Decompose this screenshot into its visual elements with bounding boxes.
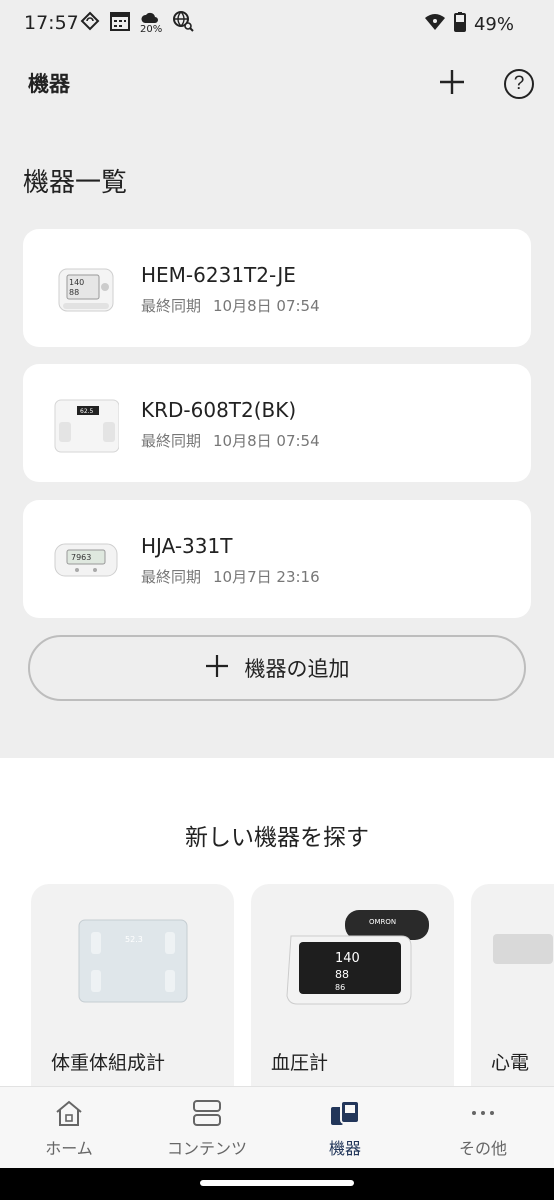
device-list-title: 機器一覧 xyxy=(23,168,128,198)
globe-search-icon xyxy=(172,10,194,36)
sync-time: 10月7日 23:16 xyxy=(213,568,320,586)
battery-icon xyxy=(453,12,466,37)
page-title: 機器 xyxy=(28,72,70,96)
status-time: 17:57 xyxy=(24,12,79,34)
nav-contents[interactable]: コンテンツ xyxy=(138,1087,276,1169)
pedometer-image: 7963 xyxy=(53,528,119,590)
blood-pressure-monitor-image: OMRON 140 88 86 xyxy=(286,910,429,1005)
status-bar: 17:57 20% 49% xyxy=(0,0,554,48)
device-sync-info: 最終同期 10月8日 07:54 xyxy=(141,295,320,316)
body-composition-scale-image: 52.3 xyxy=(78,919,188,1003)
devices-screen: 17:57 20% 49% 機器 ? 機器一覧 140 88 HEM-6231T… xyxy=(0,0,554,1200)
device-name: KRD-608T2(BK) xyxy=(141,398,297,422)
device-card[interactable]: 7963 HJA-331T 最終同期 10月7日 23:16 xyxy=(23,500,531,618)
svg-text:88: 88 xyxy=(335,968,349,981)
nav-label: コンテンツ xyxy=(166,1139,247,1158)
category-card-body-scale[interactable]: 52.3 体重体組成計 xyxy=(31,884,234,1114)
device-sync-info: 最終同期 10月7日 23:16 xyxy=(141,566,320,587)
svg-text:7963: 7963 xyxy=(71,553,91,562)
sync-label: 最終同期 xyxy=(141,297,202,315)
category-label: 血圧計 xyxy=(271,1052,329,1074)
bottom-navigation: ホーム コンテンツ 機器 その他 xyxy=(0,1086,554,1168)
sync-time: 10月8日 07:54 xyxy=(213,297,320,315)
device-name: HJA-331T xyxy=(141,534,233,558)
gesture-navigation-bar xyxy=(0,1168,554,1200)
plus-icon xyxy=(205,654,229,683)
device-card[interactable]: 62.5 KRD-608T2(BK) 最終同期 10月8日 07:54 xyxy=(23,364,531,482)
status-icons-left: 20% xyxy=(80,10,194,36)
weather-percent: 20% xyxy=(140,24,163,35)
nav-label: 機器 xyxy=(328,1139,361,1158)
devices-icon xyxy=(329,1099,361,1131)
sync-icon xyxy=(80,11,100,35)
sync-label: 最終同期 xyxy=(141,432,202,450)
category-label: 心電 xyxy=(491,1052,530,1074)
find-devices-title: 新しい機器を探す xyxy=(185,825,369,851)
sync-label: 最終同期 xyxy=(141,568,202,586)
body-scale-image: 62.5 xyxy=(53,392,120,454)
device-name: HEM-6231T2-JE xyxy=(141,263,296,287)
category-card-bp-monitor[interactable]: OMRON 140 88 86 血圧計 xyxy=(251,884,454,1114)
category-card-ecg[interactable]: 心電 xyxy=(471,884,554,1114)
home-gesture-handle[interactable] xyxy=(200,1180,354,1186)
add-device-large-button[interactable]: 機器の追加 xyxy=(28,635,526,701)
calendar-icon xyxy=(110,11,130,35)
wrist-bp-monitor-image: 140 88 xyxy=(53,257,119,319)
more-icon xyxy=(468,1099,498,1131)
nav-more[interactable]: その他 xyxy=(414,1087,552,1169)
add-device-button[interactable] xyxy=(432,64,472,104)
nav-home[interactable]: ホーム xyxy=(0,1087,138,1169)
category-label: 体重体組成計 xyxy=(51,1052,166,1074)
svg-text:86: 86 xyxy=(335,983,345,992)
svg-text:88: 88 xyxy=(69,288,79,297)
plus-icon xyxy=(438,68,466,100)
battery-percent: 49% xyxy=(473,14,514,35)
svg-text:140: 140 xyxy=(69,278,84,287)
weather-icon: 20% xyxy=(140,10,162,36)
nav-label: その他 xyxy=(458,1139,507,1158)
status-icons-right: 49% xyxy=(424,12,514,37)
help-button[interactable]: ? xyxy=(499,64,539,104)
nav-label: ホーム xyxy=(45,1139,93,1158)
wifi-icon xyxy=(424,13,446,36)
sync-time: 10月8日 07:54 xyxy=(213,432,320,450)
contents-icon xyxy=(192,1099,222,1131)
svg-text:140: 140 xyxy=(335,951,360,966)
home-icon xyxy=(54,1099,84,1131)
ecg-device-image xyxy=(493,934,553,964)
svg-text:62.5: 62.5 xyxy=(80,408,94,415)
device-card[interactable]: 140 88 HEM-6231T2-JE 最終同期 10月8日 07:54 xyxy=(23,229,531,347)
help-icon: ? xyxy=(504,69,534,99)
add-device-label: 機器の追加 xyxy=(244,657,350,681)
nav-devices[interactable]: 機器 xyxy=(276,1087,414,1169)
svg-text:52.3: 52.3 xyxy=(125,935,143,944)
svg-text:OMRON: OMRON xyxy=(369,918,396,926)
device-sync-info: 最終同期 10月8日 07:54 xyxy=(141,430,320,451)
